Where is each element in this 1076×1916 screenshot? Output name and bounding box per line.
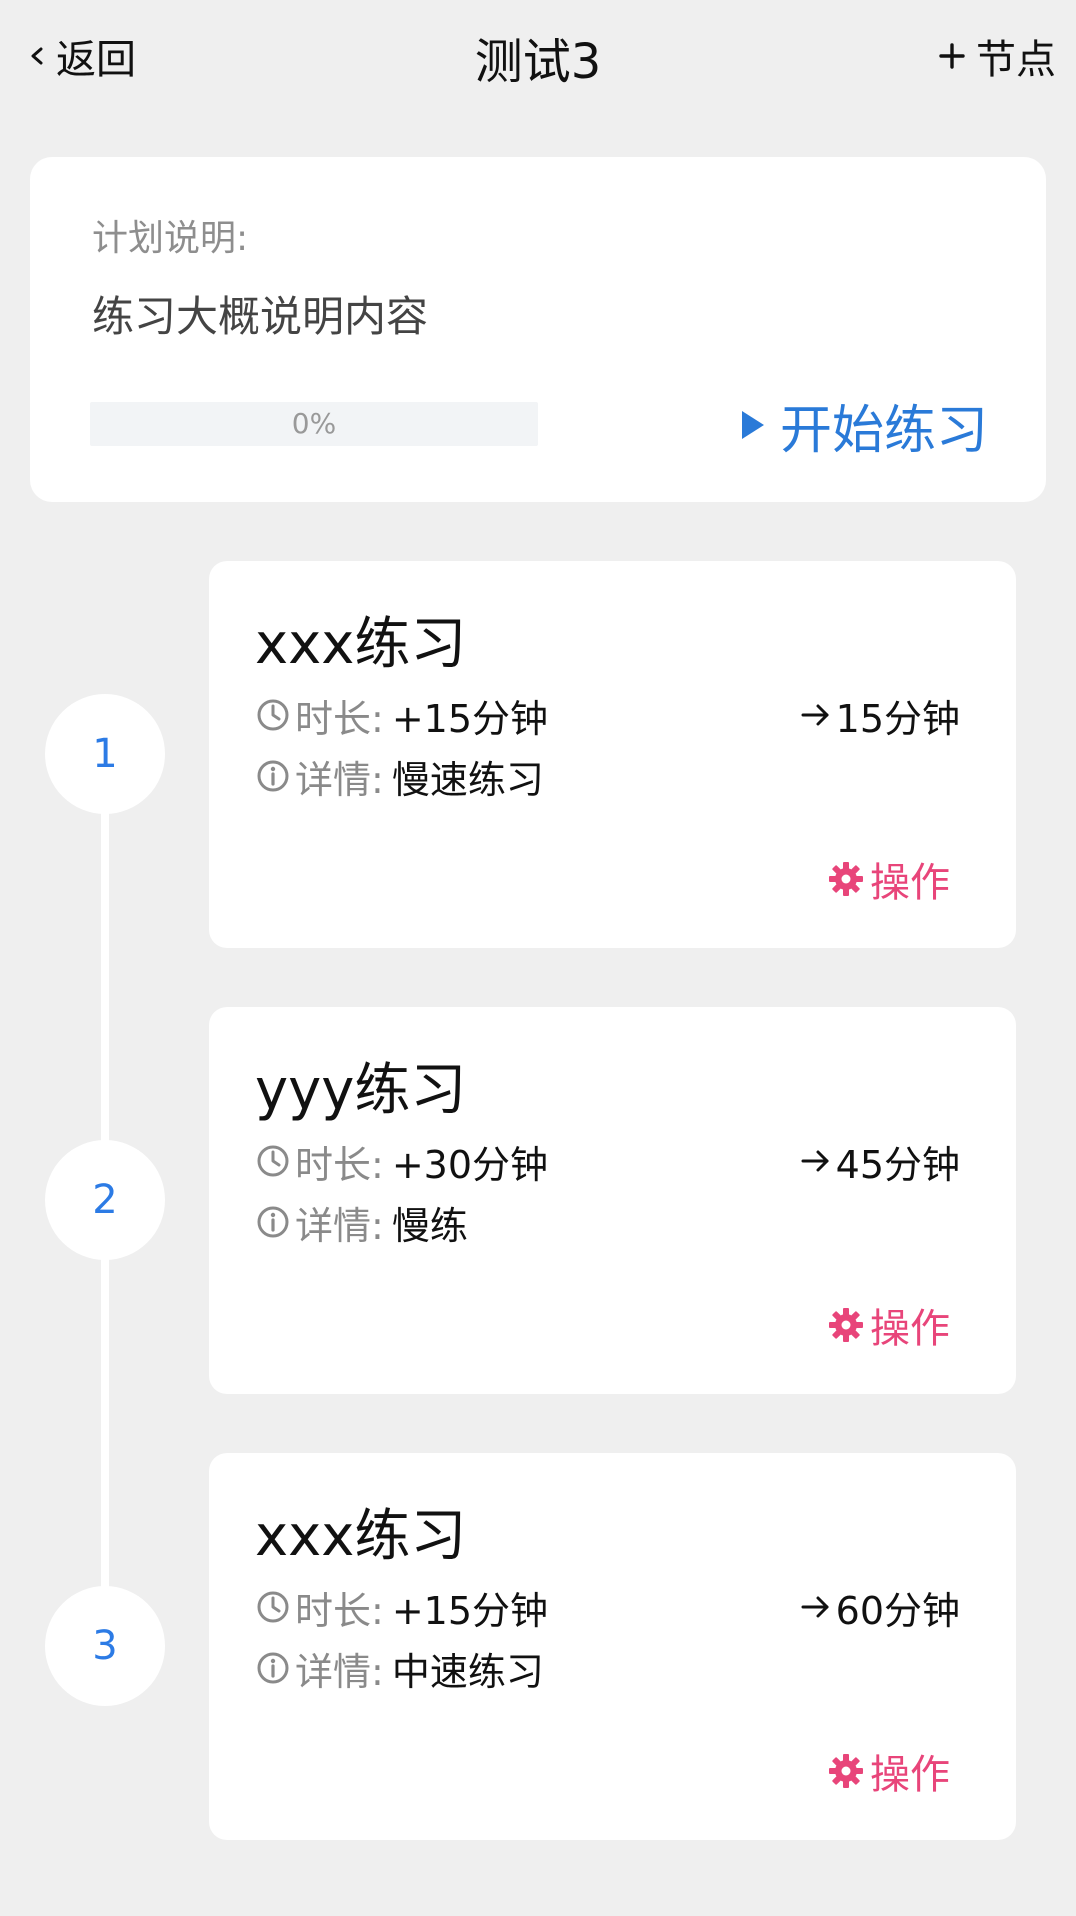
info-icon <box>255 1650 291 1686</box>
node-card-2: yyy练习 时长: +30分钟 45分钟 详情: 慢练 操作 <box>209 1007 1016 1394</box>
step-circle-2: 2 <box>45 1140 165 1260</box>
duration-value: +15分钟 <box>391 696 549 741</box>
duration-value: +15分钟 <box>391 1588 549 1633</box>
detail-key: 详情: <box>295 1649 384 1694</box>
duration-value: +30分钟 <box>391 1142 549 1187</box>
add-node-button[interactable]: 节点 <box>938 26 1056 86</box>
detail-row: 详情: 慢练 <box>255 1197 468 1248</box>
start-practice-label: 开始练习 <box>779 400 988 461</box>
detail-key: 详情: <box>295 1203 384 1248</box>
info-icon <box>255 758 291 794</box>
duration-row: 时长: +30分钟 <box>255 1136 549 1187</box>
detail-row: 详情: 中速练习 <box>255 1643 544 1694</box>
node-title: xxx练习 <box>255 1504 467 1569</box>
step-circle-3: 3 <box>45 1586 165 1706</box>
operation-button[interactable]: 操作 <box>828 1297 950 1353</box>
arrow-right-icon <box>800 699 832 731</box>
detail-value: 慢练 <box>391 1203 468 1248</box>
clock-icon <box>255 1143 291 1179</box>
page-title: 测试3 <box>474 34 602 90</box>
plus-icon <box>938 42 966 70</box>
gear-icon <box>828 1753 864 1789</box>
detail-value: 中速练习 <box>391 1649 544 1694</box>
duration-row: 时长: +15分钟 <box>255 690 549 741</box>
gear-icon <box>828 1307 864 1343</box>
node-card-3: xxx练习 时长: +15分钟 60分钟 详情: 中速练习 操作 <box>209 1453 1016 1840</box>
total-value: 60分钟 <box>835 1588 960 1633</box>
clock-icon <box>255 697 291 733</box>
total-duration: 15分钟 <box>800 690 960 741</box>
total-duration: 60分钟 <box>800 1582 960 1633</box>
node-card-1: xxx练习 时长: +15分钟 15分钟 详情: 慢速练习 操作 <box>209 561 1016 948</box>
plan-description: 练习大概说明内容 <box>92 292 429 341</box>
add-node-label: 节点 <box>976 37 1056 83</box>
play-icon <box>740 409 766 441</box>
node-title: xxx练习 <box>255 612 467 677</box>
progress-bar: 0% <box>90 402 538 446</box>
clock-icon <box>255 1589 291 1625</box>
operation-button[interactable]: 操作 <box>828 1743 950 1799</box>
detail-key: 详情: <box>295 757 384 802</box>
top-nav-bar: 返回 测试3 节点 <box>0 0 1076 112</box>
gear-icon <box>828 861 864 897</box>
total-value: 45分钟 <box>835 1142 960 1187</box>
detail-value: 慢速练习 <box>391 757 544 802</box>
duration-key: 时长: <box>295 696 384 741</box>
detail-row: 详情: 慢速练习 <box>255 751 544 802</box>
plan-card: 计划说明: 练习大概说明内容 0% 开始练习 <box>30 157 1046 502</box>
operation-button[interactable]: 操作 <box>828 851 950 907</box>
total-value: 15分钟 <box>835 696 960 741</box>
start-practice-button[interactable]: 开始练习 <box>740 385 988 465</box>
arrow-right-icon <box>800 1591 832 1623</box>
operation-label: 操作 <box>870 1752 950 1798</box>
operation-label: 操作 <box>870 1306 950 1352</box>
arrow-right-icon <box>800 1145 832 1177</box>
duration-key: 时长: <box>295 1142 384 1187</box>
progress-text: 0% <box>291 407 337 440</box>
operation-label: 操作 <box>870 860 950 906</box>
info-icon <box>255 1204 291 1240</box>
total-duration: 45分钟 <box>800 1136 960 1187</box>
duration-key: 时长: <box>295 1588 384 1633</box>
step-circle-1: 1 <box>45 694 165 814</box>
duration-row: 时长: +15分钟 <box>255 1582 549 1633</box>
node-title: yyy练习 <box>255 1058 467 1123</box>
plan-label: 计划说明: <box>92 218 249 259</box>
